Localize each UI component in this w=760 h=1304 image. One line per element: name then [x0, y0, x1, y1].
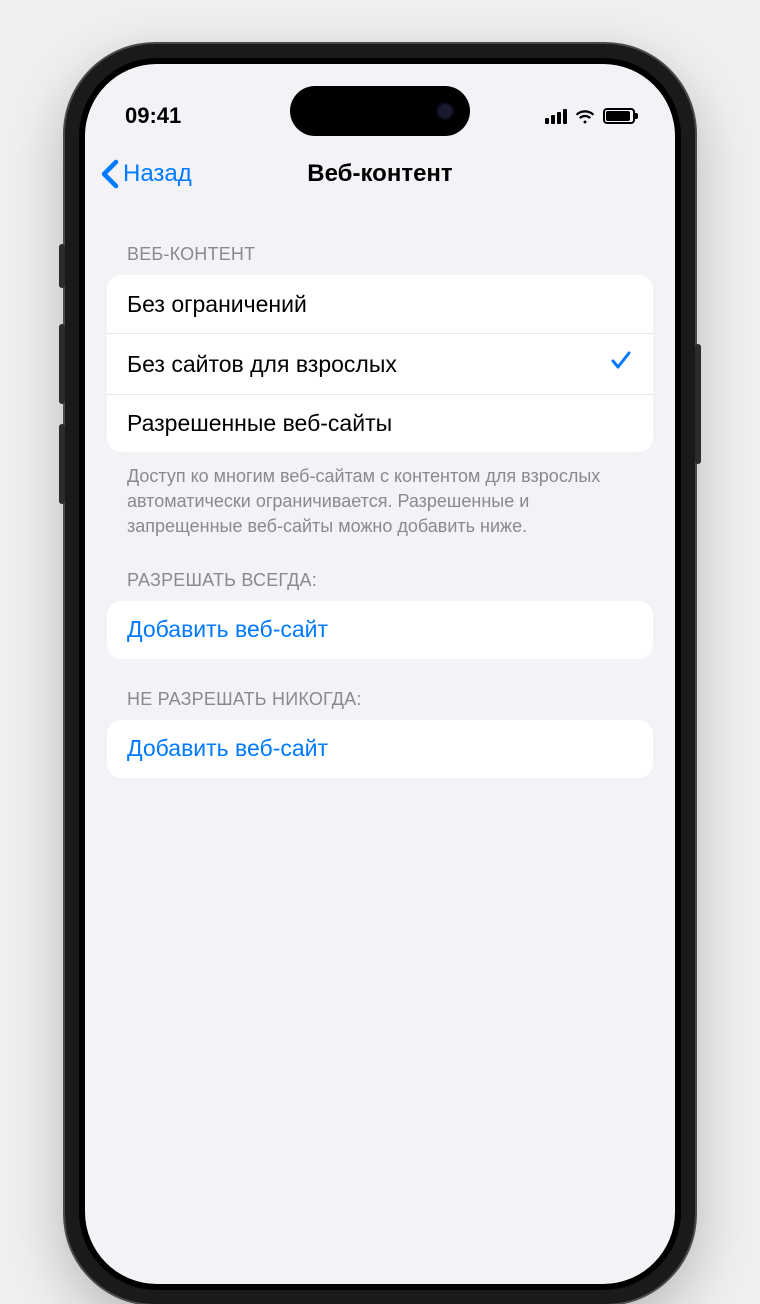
navigation-bar: Назад Веб-контент — [85, 144, 675, 204]
back-button[interactable]: Назад — [101, 159, 192, 189]
back-label: Назад — [123, 160, 192, 188]
front-camera — [436, 102, 454, 120]
always-allow-group: Добавить веб-сайт — [107, 601, 653, 659]
add-website-never-button[interactable]: Добавить веб-сайт — [107, 720, 653, 778]
never-allow-group: Добавить веб-сайт — [107, 720, 653, 778]
web-content-options-group: Без ограничений Без сайтов для взрослых … — [107, 275, 653, 452]
cellular-signal-icon — [545, 108, 567, 124]
screen: 09:41 На — [85, 64, 675, 1284]
section-header-always-allow: РАЗРЕШАТЬ ВСЕГДА: — [107, 540, 653, 601]
dynamic-island — [290, 86, 470, 136]
battery-icon — [603, 108, 635, 124]
chevron-left-icon — [101, 159, 119, 189]
section-header-never-allow: НЕ РАЗРЕШАТЬ НИКОГДА: — [107, 659, 653, 720]
page-title: Веб-контент — [307, 160, 452, 188]
power-button — [695, 344, 701, 464]
volume-down-button — [59, 424, 65, 504]
option-label: Без ограничений — [127, 291, 307, 318]
phone-frame: 09:41 На — [65, 44, 695, 1304]
option-unrestricted[interactable]: Без ограничений — [107, 275, 653, 333]
option-label: Разрешенные веб-сайты — [127, 410, 392, 437]
add-website-label: Добавить веб-сайт — [127, 616, 328, 643]
mute-switch — [59, 244, 65, 288]
option-limit-adult[interactable]: Без сайтов для взрослых — [107, 333, 653, 394]
add-website-allow-button[interactable]: Добавить веб-сайт — [107, 601, 653, 659]
option-allowed-only[interactable]: Разрешенные веб-сайты — [107, 394, 653, 452]
volume-up-button — [59, 324, 65, 404]
checkmark-icon — [609, 348, 633, 380]
add-website-label: Добавить веб-сайт — [127, 735, 328, 762]
status-time: 09:41 — [125, 103, 181, 129]
wifi-icon — [574, 108, 596, 124]
section-footer-web-content: Доступ ко многим веб-сайтам с контентом … — [107, 452, 653, 540]
option-label: Без сайтов для взрослых — [127, 351, 397, 378]
section-header-web-content: ВЕБ-КОНТЕНТ — [107, 224, 653, 275]
